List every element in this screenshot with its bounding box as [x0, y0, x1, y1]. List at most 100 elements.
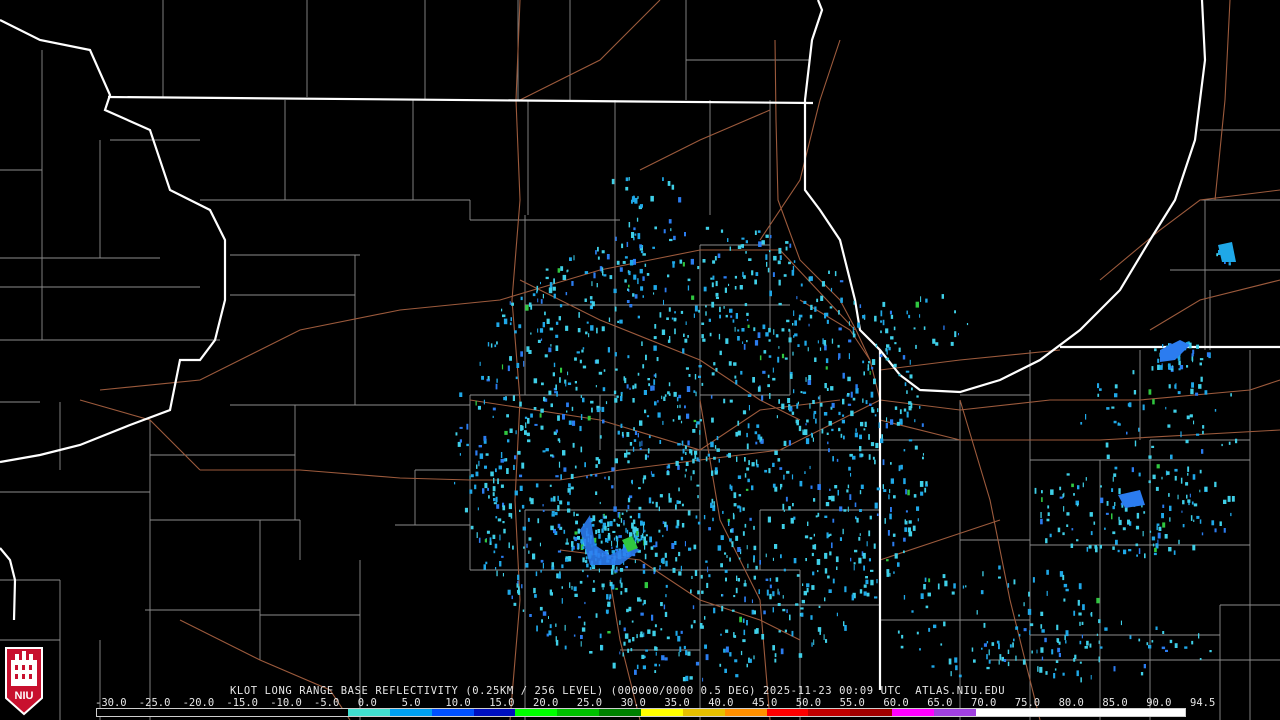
echo-pixel: [722, 510, 724, 514]
echo-pixel: [684, 405, 686, 409]
echo-pixel: [733, 503, 737, 507]
echo-pixel: [1050, 489, 1054, 495]
echo-pixel: [906, 310, 908, 315]
echo-pixel: [599, 633, 602, 639]
echo-pixel: [774, 658, 777, 663]
echo-pixel: [890, 419, 894, 425]
echo-pixel: [541, 619, 543, 623]
echo-pixel: [640, 286, 644, 291]
echo-pixel: [705, 226, 710, 230]
echo-pixel: [816, 298, 819, 303]
echo-pixel: [550, 592, 553, 596]
echo-pixel: [599, 406, 601, 411]
echo-pixel: [1156, 525, 1158, 531]
echo-pixel: [736, 456, 738, 462]
echo-pixel: [723, 276, 727, 279]
echo-pixel: [1079, 621, 1081, 626]
echo-pixel: [1046, 518, 1050, 522]
echo-pixel: [661, 655, 665, 661]
echo-pixel: [581, 627, 586, 632]
echo-pixel: [627, 460, 630, 464]
echo-pixel: [829, 551, 832, 556]
echo-pixel: [577, 536, 580, 540]
echo-pixel: [732, 512, 735, 519]
echo-pixel: [558, 461, 561, 468]
echo-pixel: [582, 347, 585, 350]
echo-pixel: [863, 584, 867, 588]
echo-pixel: [1199, 362, 1202, 366]
echo-pixel: [682, 262, 685, 267]
echo-pixel: [581, 349, 584, 353]
echo-pixel: [548, 616, 549, 619]
echo-pixel: [1045, 538, 1048, 544]
echo-pixel: [735, 535, 739, 541]
echo-pixel: [821, 281, 825, 287]
echo-pixel: [792, 503, 794, 507]
echo-pixel: [567, 371, 569, 376]
echo-pixel: [774, 450, 778, 455]
echo-pixel: [837, 344, 840, 348]
echo-pixel: [729, 308, 733, 313]
echo-pixel: [874, 596, 878, 599]
echo-pixel: [1146, 642, 1149, 646]
echo-pixel: [916, 395, 919, 398]
echo-pixel: [1112, 531, 1116, 535]
echo-pixel: [488, 495, 490, 499]
echo-pixel: [885, 328, 889, 334]
echo-pixel: [557, 268, 561, 273]
echo-pixel: [1117, 549, 1120, 553]
echo-pixel: [1112, 476, 1114, 482]
echo-pixel: [1118, 516, 1120, 521]
echo-pixel: [680, 565, 682, 571]
echo-pixel: [619, 267, 623, 272]
echo-pixel: [735, 674, 739, 678]
echo-pixel: [824, 552, 828, 559]
echo-pixel: [627, 504, 630, 509]
echo-pixel: [765, 553, 767, 558]
echo-pixel: [1077, 485, 1080, 490]
echo-pixel: [821, 428, 824, 434]
echo-pixel: [913, 494, 917, 498]
echo-pixel: [986, 641, 989, 644]
echo-pixel: [474, 484, 477, 490]
echo-pixel: [739, 285, 743, 290]
echo-pixel: [854, 432, 858, 438]
echo-pixel: [890, 478, 894, 484]
echo-pixel: [734, 275, 737, 279]
echo-pixel: [741, 237, 745, 240]
echo-pixel: [582, 546, 585, 549]
echo-pixel: [1223, 499, 1227, 504]
echo-pixel: [862, 360, 865, 364]
echo-pixel: [1149, 530, 1152, 533]
echo-pixel: [601, 406, 605, 412]
echo-pixel: [492, 415, 494, 418]
echo-pixel: [1073, 493, 1075, 496]
echo-pixel: [928, 578, 931, 583]
echo-pixel: [659, 440, 662, 444]
echo-pixel: [595, 613, 598, 618]
echo-pixel: [502, 573, 504, 577]
echo-pixel: [1154, 547, 1157, 553]
echo-pixel: [731, 609, 735, 612]
echo-pixel: [497, 518, 502, 522]
echo-pixel: [506, 468, 509, 474]
echo-pixel: [672, 567, 676, 573]
echo-pixel: [646, 415, 650, 418]
echo-pixel: [713, 501, 715, 508]
echo-pixel: [838, 310, 840, 315]
echo-pixel: [533, 587, 536, 594]
echo-pixel: [897, 562, 900, 567]
echo-pixel: [571, 541, 574, 547]
echo-pixel: [842, 398, 845, 405]
echo-pixel: [943, 325, 945, 330]
echo-pixel: [619, 513, 621, 519]
echo-pixel: [713, 607, 716, 614]
echo-pixel: [723, 306, 725, 309]
echo-pixel: [523, 546, 525, 549]
echo-pixel: [655, 373, 657, 378]
echo-pixel: [1034, 487, 1037, 494]
echo-pixel: [870, 442, 875, 447]
echo-pixel: [734, 375, 737, 379]
echo-pixel: [570, 473, 574, 479]
echo-pixel: [513, 464, 515, 470]
